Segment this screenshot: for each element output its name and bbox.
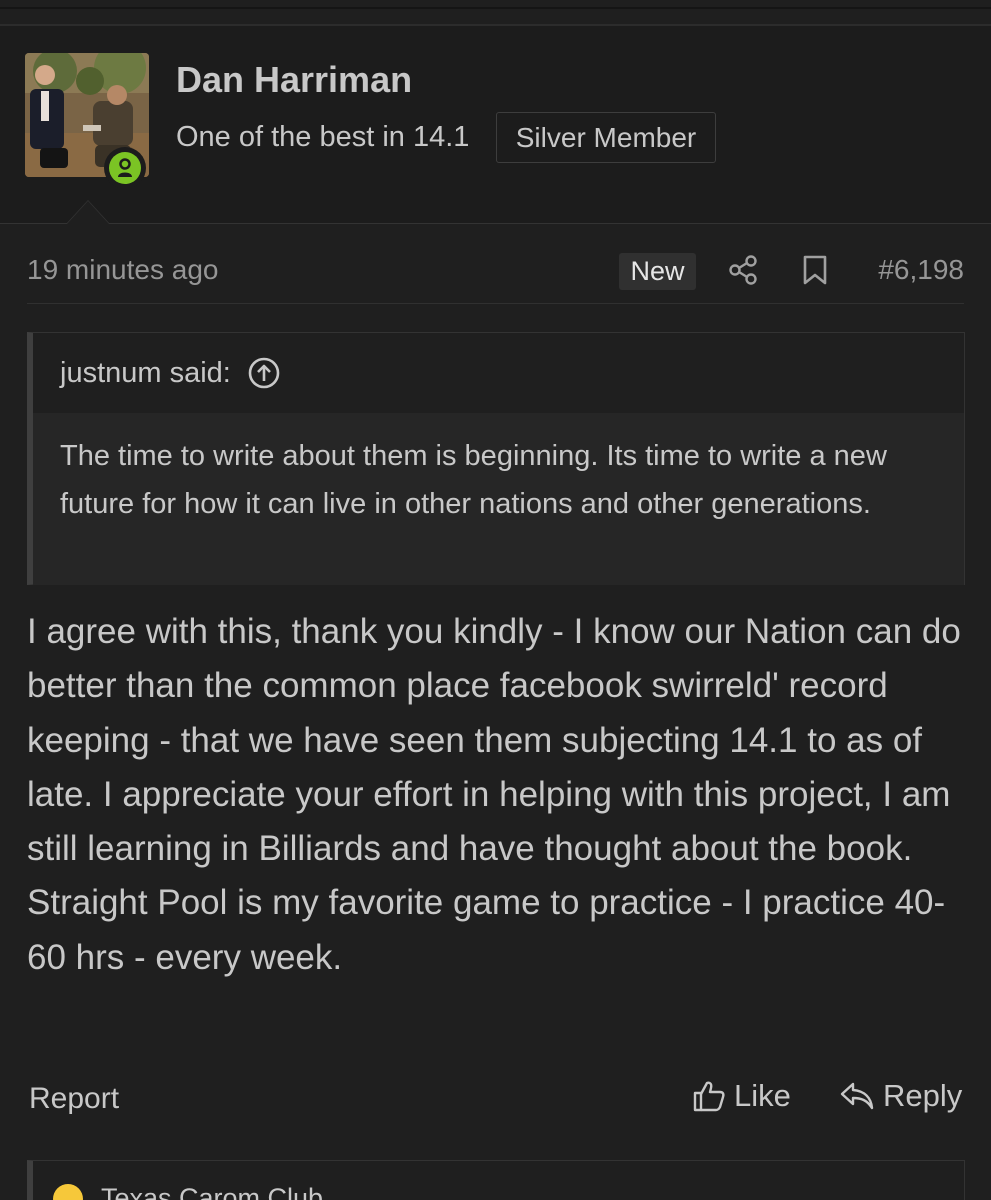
username-link[interactable]: Dan Harriman [176, 59, 412, 101]
header-pointer [66, 200, 110, 224]
post-timestamp-link[interactable]: 19 minutes ago [27, 254, 218, 286]
post-message: I agree with this, thank you kindly - I … [27, 612, 961, 977]
like-button[interactable]: Like [692, 1078, 791, 1114]
divider [27, 303, 964, 304]
share-icon[interactable] [727, 254, 759, 286]
quote-attribution[interactable]: justnum said: [60, 357, 231, 390]
thumbs-up-icon [693, 1081, 725, 1112]
post-actions: Report Like Reply [27, 1076, 964, 1124]
arrow-up-circle-icon[interactable] [247, 356, 281, 390]
post-user-header: Dan Harriman One of the best in 14.1 Sil… [0, 26, 991, 224]
person-icon [118, 158, 132, 177]
post-meta: 19 minutes ago New #6,198 [27, 250, 964, 294]
like-label: Like [734, 1078, 791, 1113]
member-badge: Silver Member [496, 112, 716, 163]
post-page: Dan Harriman One of the best in 14.1 Sil… [0, 0, 991, 1200]
reply-label: Reply [883, 1078, 963, 1113]
quote-block: justnum said: The time to write about th… [27, 332, 965, 585]
next-block-title-text: Texas Carom Club [101, 1183, 324, 1200]
next-quote-block: Texas Carom Club [27, 1160, 965, 1200]
reply-icon [840, 1082, 874, 1110]
divider [0, 7, 991, 9]
post-number-link[interactable]: #6,198 [878, 254, 964, 286]
user-title: One of the best in 14.1 [176, 121, 470, 153]
online-status-indicator [104, 147, 146, 189]
bookmark-icon[interactable] [801, 254, 829, 286]
laughing-emoji-icon [53, 1183, 83, 1200]
quote-header[interactable]: justnum said: [33, 333, 964, 413]
next-block-title[interactable]: Texas Carom Club [53, 1183, 323, 1200]
reply-button[interactable]: Reply [839, 1078, 962, 1114]
quote-text: The time to write about them is beginnin… [33, 413, 964, 585]
new-badge: New [619, 253, 696, 290]
report-link[interactable]: Report [29, 1082, 119, 1116]
